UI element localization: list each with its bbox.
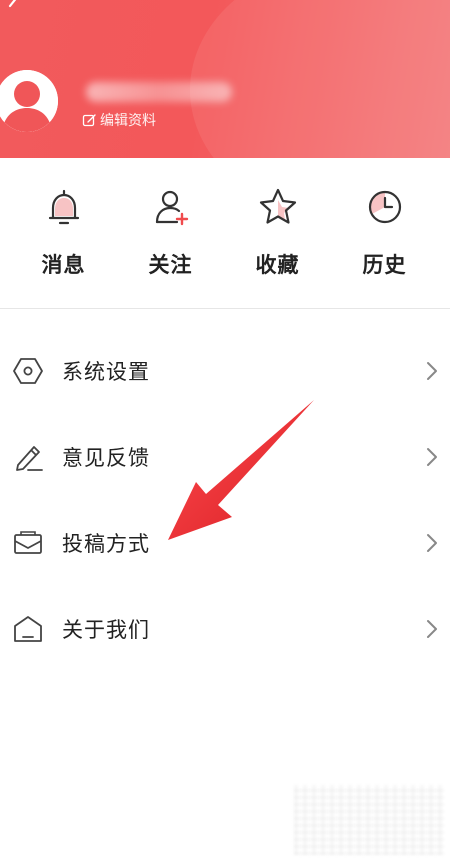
add-person-icon <box>155 190 188 226</box>
section-divider <box>0 308 450 309</box>
menu-item-label: 关于我们 <box>62 618 150 642</box>
star-icon <box>259 188 296 224</box>
menu-item-system-settings[interactable]: 系统设置 <box>0 328 450 414</box>
menu-item-label: 意见反馈 <box>62 446 150 470</box>
chevron-right-icon <box>427 448 437 466</box>
pencil-icon <box>16 446 43 471</box>
bell-icon <box>48 189 79 225</box>
edit-profile-label: 编辑资料 <box>100 113 156 129</box>
chevron-right-icon <box>427 362 437 380</box>
quick-action-history[interactable]: 历史 <box>331 185 438 285</box>
back-arrow-icon[interactable] <box>4 0 30 20</box>
watermark <box>294 785 444 855</box>
quick-action-label: 关注 <box>148 253 193 277</box>
avatar[interactable] <box>0 70 58 132</box>
quick-action-follow[interactable]: 关注 <box>117 185 224 285</box>
quick-action-label: 历史 <box>362 253 407 277</box>
edit-profile-link[interactable]: 编辑资料 <box>82 110 156 130</box>
edit-icon <box>82 113 96 126</box>
menu-item-label: 投稿方式 <box>62 532 150 556</box>
menu-item-feedback[interactable]: 意见反馈 <box>0 414 450 500</box>
quick-action-messages[interactable]: 消息 <box>10 185 117 285</box>
settings-menu: 系统设置 意见反馈 投稿方式 关于我们 <box>0 328 450 672</box>
profile-header: 编辑资料 <box>0 0 450 158</box>
quick-action-label: 收藏 <box>255 253 300 277</box>
username-blurred <box>86 82 232 102</box>
menu-item-about-us[interactable]: 关于我们 <box>0 586 450 672</box>
quick-action-label: 消息 <box>41 253 86 277</box>
home-outline-icon <box>14 616 42 642</box>
clock-icon <box>368 190 401 224</box>
settings-hexagon-icon <box>13 358 43 384</box>
chevron-right-icon <box>427 534 437 552</box>
quick-action-favorites[interactable]: 收藏 <box>224 185 331 285</box>
menu-item-submission[interactable]: 投稿方式 <box>0 500 450 586</box>
quick-actions: 消息 关注 收藏 历史 <box>0 185 450 285</box>
menu-item-label: 系统设置 <box>62 360 150 384</box>
envelope-icon <box>14 531 42 554</box>
chevron-right-icon <box>427 620 437 638</box>
